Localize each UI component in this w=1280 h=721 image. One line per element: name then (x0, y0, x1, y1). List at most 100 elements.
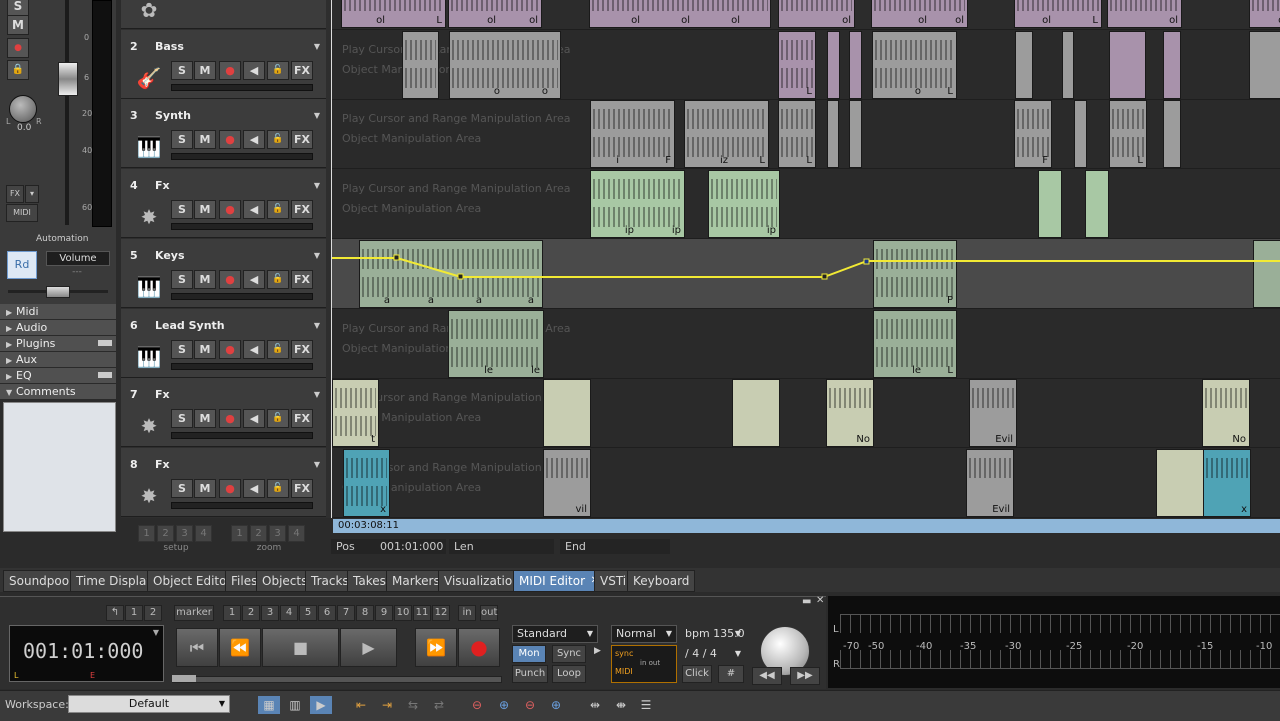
audio-clip[interactable]: ol (1249, 0, 1280, 28)
tab-soundpool[interactable]: Soundpool (3, 570, 79, 592)
record-arm-button[interactable]: ● (219, 270, 241, 289)
audio-clip[interactable]: oL (872, 31, 957, 99)
section-aux[interactable]: ▶ Aux (0, 352, 116, 368)
audio-clip[interactable] (1085, 170, 1109, 238)
play-cursor[interactable] (331, 0, 332, 518)
track-menu-arrow-icon[interactable]: ▼ (314, 321, 320, 330)
track-lane-fx-7[interactable]: Play Cursor and Range Manipulation Area … (331, 378, 1280, 448)
audio-clip[interactable] (1163, 31, 1181, 99)
end-field[interactable]: End (560, 539, 670, 554)
marker-11[interactable]: 11 (413, 605, 431, 621)
fx-button[interactable]: FX (291, 340, 313, 359)
audio-clip[interactable]: oo (449, 31, 561, 99)
marker-6[interactable]: 6 (318, 605, 336, 621)
move-left-icon[interactable]: ⇤ (350, 696, 372, 714)
track-volume-bar[interactable] (171, 432, 313, 439)
section-midi[interactable]: ▶ Midi (0, 304, 116, 320)
record-arm-button[interactable]: ● (219, 61, 241, 80)
zoom-in-icon[interactable]: ⊕ (545, 696, 567, 714)
audio-clip[interactable] (827, 31, 840, 99)
audio-clip[interactable]: L (778, 31, 816, 99)
audio-clip[interactable] (1062, 31, 1074, 99)
audio-clip[interactable]: ol L (341, 0, 446, 28)
track-lane-lead-synth[interactable]: Play Cursor and Range Manipulation Area … (331, 309, 1280, 379)
marker-10[interactable]: 10 (394, 605, 412, 621)
track-header-synth[interactable]: 3 Synth ▼ 🎹 S M ● ◀ 🔓 FX (121, 99, 326, 168)
audio-clip[interactable]: ip ip (590, 170, 685, 238)
track-header-fx-8[interactable]: 8 Fx ▼ ✸ S M ● ◀ 🔓 FX (121, 448, 326, 517)
scrub-forward-icon[interactable]: ▶▶ (790, 667, 820, 685)
undo-icon[interactable]: ↰ (106, 605, 124, 621)
solo-button[interactable]: S (171, 340, 193, 359)
zoom-button-1[interactable]: 1 (231, 525, 248, 542)
vertical-zoom-icon[interactable]: ⊕ (493, 696, 515, 714)
horizontal-zoom-icon[interactable]: ⊖ (466, 696, 488, 714)
in-button[interactable]: in (458, 605, 476, 621)
record-arm-button[interactable]: ● (219, 200, 241, 219)
audio-clip[interactable] (849, 100, 862, 168)
track-lane-1[interactable]: olL olol ololol ol olol olL ol ol (331, 0, 1280, 30)
track-header-fx-7[interactable]: 7 Fx ▼ ✸ S M ● ◀ 🔓 FX (121, 378, 326, 447)
arrangement-area[interactable]: olL olol ololol ol olol olL ol ol Play C… (331, 0, 1280, 518)
automation-point[interactable] (863, 258, 870, 265)
track-volume-bar[interactable] (171, 363, 313, 370)
setup-button-3[interactable]: 3 (176, 525, 193, 542)
audio-clip[interactable]: iz L (684, 100, 769, 168)
tab-keyboard[interactable]: Keyboard (627, 570, 696, 592)
monitor-button[interactable]: ◀ (243, 270, 265, 289)
tempo-field[interactable]: bpm 135.0 ▼ (680, 625, 746, 643)
audio-clip[interactable]: No (1202, 379, 1250, 447)
scrub-back-icon[interactable]: ◀◀ (752, 667, 782, 685)
audio-clip[interactable]: No (826, 379, 874, 447)
tab-time-display[interactable]: Time Display (70, 570, 160, 592)
lock-button[interactable]: 🔓 (267, 479, 289, 498)
audio-clip[interactable]: x (343, 449, 390, 517)
mute-button[interactable]: M (194, 340, 216, 359)
track-menu-arrow-icon[interactable]: ▼ (314, 111, 320, 120)
audio-clip[interactable]: ol L (1014, 0, 1102, 28)
audio-clip[interactable]: iF (590, 100, 675, 168)
audio-clip[interactable]: ol ol (448, 0, 542, 28)
punch-toggle[interactable]: Punch (512, 665, 548, 683)
section-comments[interactable]: ▼ Comments (0, 384, 116, 400)
glue-icon[interactable]: ⇄ (428, 696, 450, 714)
track-name[interactable]: Fx (155, 388, 170, 401)
track-volume-bar[interactable] (171, 293, 313, 300)
solo-button[interactable]: S (171, 61, 193, 80)
record-arm-button[interactable]: ● (219, 409, 241, 428)
eq-toggle[interactable] (98, 372, 112, 378)
play-mode-select[interactable]: Normal ▼ (611, 625, 677, 643)
fast-forward-button[interactable]: ⏩ (415, 628, 457, 667)
audio-clip[interactable]: F (1014, 100, 1052, 168)
monitor-button[interactable]: ◀ (243, 340, 265, 359)
track-volume-bar[interactable] (171, 153, 313, 160)
solo-button[interactable]: S (171, 200, 193, 219)
time-display-dropdown-icon[interactable]: ▼ (153, 628, 159, 637)
automation-point[interactable] (393, 254, 400, 261)
timeline-scroll[interactable]: 00:03:08:11 (333, 519, 1280, 533)
audio-clip[interactable]: ol ol ol (589, 0, 771, 28)
comments-textarea[interactable] (3, 402, 116, 532)
mute-button[interactable]: M (7, 15, 29, 35)
mute-button[interactable]: M (194, 409, 216, 428)
track-menu-arrow-icon[interactable]: ▼ (314, 390, 320, 399)
position-slider-handle[interactable] (172, 675, 196, 682)
pan-knob[interactable] (9, 95, 37, 123)
track-header-fx-4[interactable]: 4 Fx ▼ ✸ S M ● ◀ 🔓 FX (121, 169, 326, 238)
audio-clip[interactable]: Evil (969, 379, 1017, 447)
mute-button[interactable]: M (194, 479, 216, 498)
monitor-button[interactable]: ◀ (243, 200, 265, 219)
grid-icon[interactable]: ▥ (284, 696, 306, 714)
snap-icon[interactable]: ⇹ (584, 696, 606, 714)
marker-12[interactable]: 12 (432, 605, 450, 621)
monitor-button[interactable]: ◀ (243, 409, 265, 428)
setup-button-2[interactable]: 2 (157, 525, 174, 542)
fx-button[interactable]: FX (291, 130, 313, 149)
mute-button[interactable]: M (194, 200, 216, 219)
automation-point[interactable] (821, 273, 828, 280)
record-arm-icon[interactable]: ● (7, 38, 29, 58)
solo-button[interactable]: S (171, 479, 193, 498)
audio-clip[interactable] (849, 31, 862, 99)
loop-toggle[interactable]: Loop (552, 665, 586, 683)
lock-button[interactable]: 🔓 (267, 409, 289, 428)
